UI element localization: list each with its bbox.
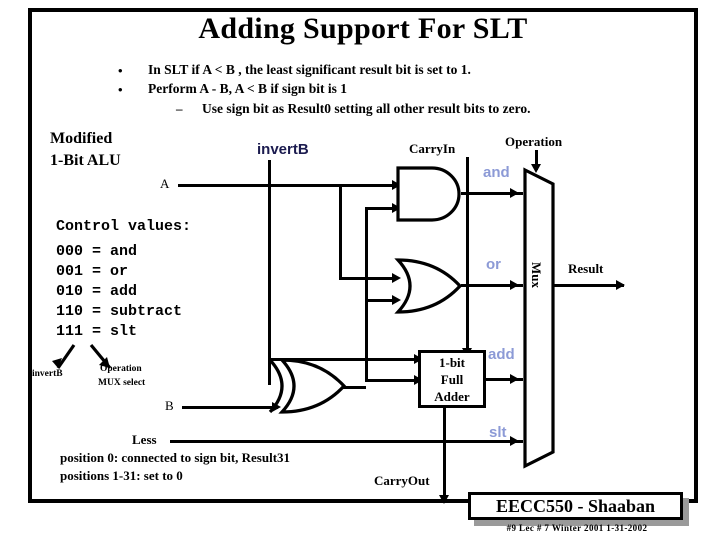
full-adder-label: 1-bit Full Adder [418, 354, 486, 405]
signal-label-invertb: invertB [257, 141, 309, 158]
signal-label-operation: Operation [505, 134, 563, 149]
bullet-text-3: Use sign bit as Result0 setting all othe… [202, 101, 531, 116]
signal-label-b: B [165, 398, 174, 413]
mux-input-label-slt: slt [489, 424, 507, 441]
control-value-row-4: 111 = slt [56, 323, 138, 340]
note-line-2: positions 1-31: set to 0 [60, 468, 183, 483]
page-title: Adding Support For SLT [198, 12, 528, 45]
footer-title: EECC550 - Shaaban [495, 495, 656, 516]
control-value-row-0: 000 = and [56, 243, 138, 260]
wire-less-arrowhead [510, 436, 519, 446]
operation-annotation-label-line1: Operation [100, 364, 142, 374]
signal-label-result: Result [568, 261, 604, 276]
wire-result-arrowhead [616, 280, 625, 290]
bullet-marker-2: • [118, 82, 123, 97]
mux-input-label-and: and [483, 164, 510, 181]
wire-less-horizontal [170, 440, 523, 443]
operation-annotation-label-line2: MUX select [98, 378, 146, 388]
diagram-heading: Modified 1-Bit ALU [50, 128, 121, 172]
mux-block [523, 167, 555, 469]
mux-input-label-add: add [488, 346, 515, 363]
wire-result-horizontal [552, 284, 624, 287]
control-value-row-2: 010 = add [56, 283, 138, 300]
wire-a-branch-down [339, 184, 342, 279]
note-line-1: position 0: connected to sign bit, Resul… [60, 450, 291, 465]
wire-to-adder-b-input [365, 379, 418, 382]
wire-and-output-arrowhead [510, 188, 519, 198]
mux-label: Mux [529, 262, 544, 288]
diagram-heading-line2: 1-Bit ALU [50, 152, 121, 169]
signal-label-a: A [160, 176, 170, 191]
wire-carryout-arrowhead [439, 495, 449, 504]
signal-label-less: Less [132, 432, 157, 447]
full-adder-line3: Adder [434, 389, 470, 404]
signal-label-carryout: CarryOut [374, 473, 430, 488]
control-values-header: Control values: [56, 218, 192, 235]
footer-banner: EECC550 - Shaaban [468, 492, 683, 520]
wire-b-invert-vertical [365, 207, 368, 382]
slide-canvas: Adding Support For SLT • In SLT if A < B… [0, 0, 720, 540]
wire-carryin-vertical [466, 157, 469, 351]
wire-adder-sum-arrowhead [510, 374, 519, 384]
wire-invertb-trunk [268, 160, 271, 385]
wire-carryout-vertical [443, 406, 446, 498]
bullet-marker-1: • [118, 63, 123, 78]
or-gate [394, 258, 463, 314]
wire-b-arrowhead [272, 402, 281, 412]
diagram-heading-line1: Modified [50, 130, 113, 147]
wire-or-output-arrowhead [510, 280, 519, 290]
full-adder-line2: Full [440, 372, 464, 387]
invertb-annotation-label: invertB [32, 369, 63, 379]
mux-input-label-or: or [486, 256, 501, 273]
and-gate [396, 166, 461, 222]
control-value-row-1: 001 = or [56, 263, 129, 280]
bullet-marker-3: – [176, 101, 183, 116]
bullet-text-1: In SLT if A < B , the least significant … [148, 62, 471, 77]
control-value-row-3: 110 = subtract [56, 303, 183, 320]
full-adder-line1: 1-bit [439, 355, 465, 370]
wire-a-horizontal [178, 184, 395, 187]
signal-label-carryin: CarryIn [409, 141, 456, 156]
footer-subtitle: #9 Lec # 7 Winter 2001 1-31-2002 [506, 523, 648, 533]
wire-b-horizontal [182, 406, 278, 409]
bullet-text-2: Perform A - B, A < B if sign bit is 1 [148, 81, 347, 96]
wire-xor-output [342, 386, 366, 389]
